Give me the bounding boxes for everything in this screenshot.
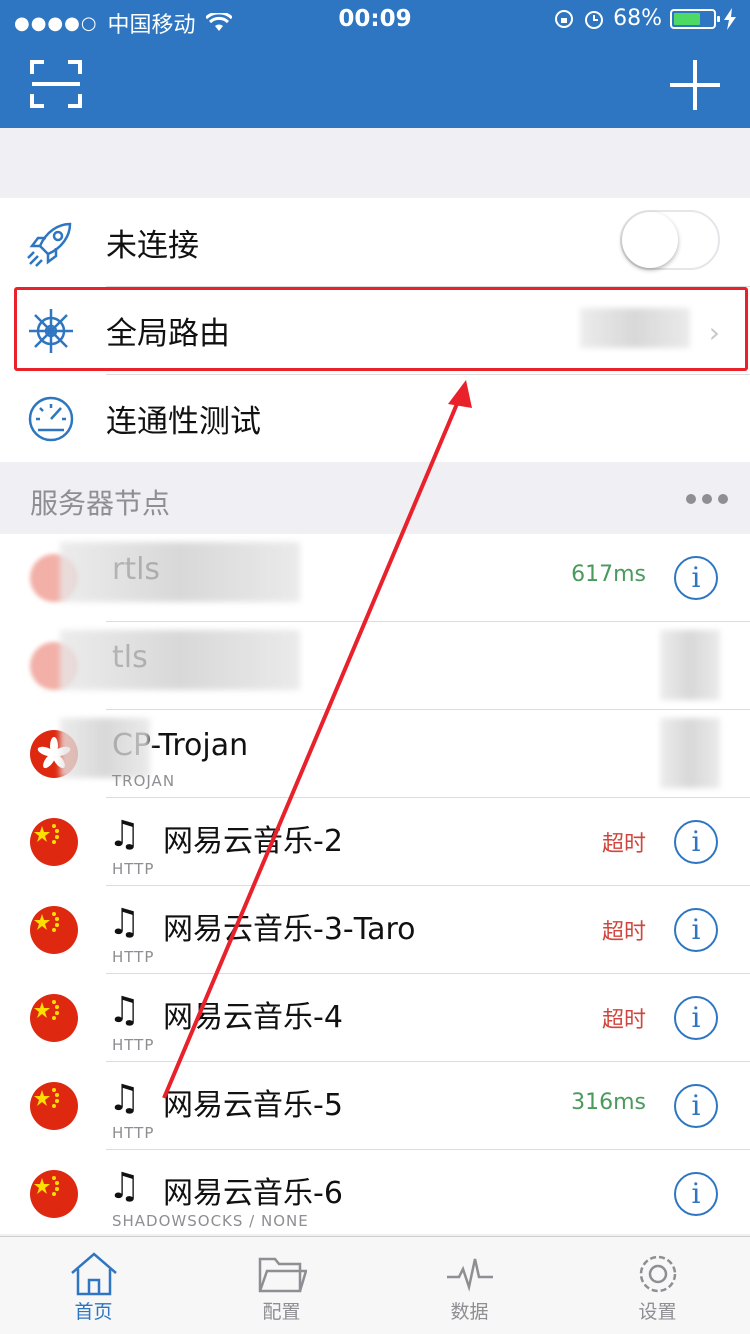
- music-note-icon: ♫: [108, 1166, 141, 1207]
- server-row[interactable]: ♫ 网易云音乐-3-Taro HTTP 超时 i: [0, 886, 750, 974]
- server-name: 网易云音乐-5: [163, 1088, 343, 1123]
- annotation-highlight-box: [14, 287, 748, 371]
- tab-bar: 首页 配置 数据 设置: [0, 1236, 750, 1334]
- connection-status-label: 未连接: [106, 228, 199, 264]
- server-protocol: SHADOWSOCKS / NONE: [112, 1212, 309, 1230]
- server-list: rtls617msitlsCP-TrojanTROJAN♫网易云音乐-2HTTP…: [0, 534, 750, 1238]
- tab-config[interactable]: 配置: [188, 1237, 375, 1334]
- servers-section-title: 服务器节点: [30, 487, 171, 520]
- info-button[interactable]: i: [674, 1172, 718, 1216]
- server-latency: 超时: [601, 832, 646, 857]
- server-name: 网易云音乐-6: [163, 1176, 343, 1211]
- add-button[interactable]: [668, 58, 722, 112]
- server-protocol: HTTP: [112, 1036, 155, 1054]
- server-row[interactable]: ♫ 网易云音乐-2 HTTP 超时 i: [0, 798, 750, 886]
- battery-percent: 68%: [613, 6, 662, 31]
- redacted-area: [660, 718, 720, 788]
- flag-china-icon: [30, 818, 78, 866]
- info-button[interactable]: i: [674, 908, 718, 952]
- server-name: 网易云音乐-4: [163, 1000, 343, 1035]
- redacted-area: [60, 718, 150, 778]
- tab-home[interactable]: 首页: [0, 1237, 187, 1334]
- music-note-icon: ♫: [108, 990, 141, 1031]
- scan-qr-button[interactable]: [28, 58, 84, 110]
- battery-icon: [670, 8, 720, 29]
- server-row[interactable]: ♫ 网易云音乐-4 HTTP 超时 i: [0, 974, 750, 1062]
- server-latency: 316ms: [571, 1090, 646, 1115]
- server-protocol: HTTP: [112, 860, 155, 878]
- server-row[interactable]: ♫ 网易云音乐-5 HTTP 316ms i: [0, 1062, 750, 1150]
- server-protocol: HTTP: [112, 948, 155, 966]
- tab-data-label: 数据: [450, 1301, 489, 1323]
- server-name: 网易云音乐-3-Taro: [163, 912, 416, 947]
- tab-config-label: 配置: [262, 1301, 301, 1323]
- pulse-icon: [446, 1258, 493, 1292]
- flag-china-icon: [30, 1082, 78, 1130]
- server-latency: 超时: [601, 920, 646, 945]
- gear-icon: [639, 1255, 676, 1293]
- info-button[interactable]: i: [674, 820, 718, 864]
- servers-section-header: 服务器节点: [0, 462, 750, 534]
- flag-china-icon: [30, 994, 78, 1042]
- speedometer-icon: [28, 396, 74, 442]
- redacted-area: [60, 542, 300, 602]
- tab-data[interactable]: 数据: [376, 1237, 563, 1334]
- rocket-icon: [27, 222, 72, 267]
- rotation-lock-icon: [555, 9, 574, 28]
- tab-settings[interactable]: 设置: [564, 1237, 750, 1334]
- more-icon[interactable]: [686, 494, 728, 504]
- music-note-icon: ♫: [108, 902, 141, 943]
- connection-row: 未连接: [0, 198, 750, 286]
- tab-home-label: 首页: [74, 1301, 113, 1323]
- tab-settings-label: 设置: [638, 1301, 677, 1323]
- server-latency: 617ms: [571, 562, 646, 587]
- flag-china-icon: [30, 1170, 78, 1218]
- server-name: 网易云音乐-2: [163, 824, 343, 859]
- info-button[interactable]: i: [674, 1084, 718, 1128]
- info-button[interactable]: i: [674, 996, 718, 1040]
- server-protocol: HTTP: [112, 1124, 155, 1142]
- home-icon: [70, 1252, 117, 1296]
- nav-bar: [0, 40, 750, 128]
- connectivity-test-label: 连通性测试: [106, 404, 261, 440]
- connection-toggle[interactable]: [620, 210, 720, 270]
- server-row[interactable]: ♫ 网易云音乐-6 SHADOWSOCKS / NONE i: [0, 1150, 750, 1238]
- status-right: 68%: [553, 6, 736, 31]
- server-protocol: TROJAN: [112, 772, 176, 790]
- redacted-area: [60, 630, 300, 690]
- alarm-icon: [585, 10, 604, 29]
- music-note-icon: ♫: [108, 1078, 141, 1119]
- status-bar: ●●●●○ 中国移动 00:09 68%: [0, 0, 750, 40]
- connectivity-test-row[interactable]: 连通性测试: [0, 374, 750, 462]
- server-latency: 超时: [601, 1008, 646, 1033]
- folder-icon: [258, 1257, 307, 1293]
- redacted-area: [660, 630, 720, 700]
- server-row[interactable]: tls: [0, 622, 750, 710]
- music-note-icon: ♫: [108, 814, 141, 855]
- charging-icon: [724, 7, 736, 30]
- info-button[interactable]: i: [674, 556, 718, 600]
- server-row[interactable]: rtls617msi: [0, 534, 750, 622]
- flag-china-icon: [30, 906, 78, 954]
- server-row[interactable]: CP-Trojan TROJAN: [0, 710, 750, 798]
